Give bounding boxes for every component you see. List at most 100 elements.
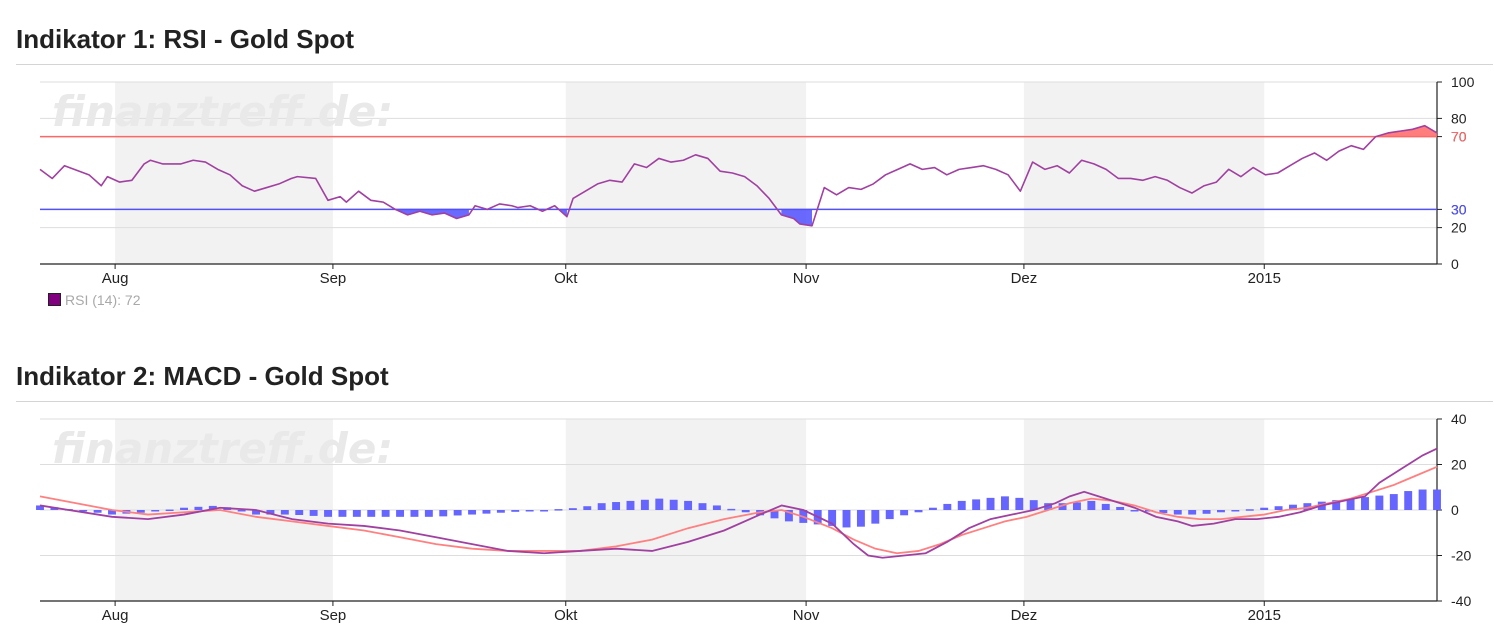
macd-histogram-bar (180, 508, 188, 510)
macd-histogram-bar (1116, 507, 1124, 510)
macd-histogram-bar (483, 510, 491, 514)
macd-histogram-bar (987, 498, 995, 510)
macd-histogram-bar (1375, 496, 1383, 510)
macd-histogram-bar (1246, 509, 1254, 511)
rsi-y-tick-label: 100 (1451, 74, 1475, 90)
rsi-shaded-band (1024, 82, 1264, 264)
rsi-y-tick-label: 80 (1451, 110, 1467, 126)
rsi-legend-swatch (48, 293, 61, 306)
macd-histogram-bar (1260, 508, 1268, 510)
macd-histogram-bar (727, 509, 735, 511)
macd-histogram-bar (583, 506, 591, 510)
macd-histogram-bar (151, 510, 159, 512)
macd-histogram-bar (1275, 506, 1283, 510)
macd-histogram-bar (1015, 498, 1023, 510)
rsi-reference-label-70: 70 (1451, 129, 1467, 145)
rsi-legend-label: RSI (14): 72 (65, 292, 140, 308)
macd-histogram-bar (641, 500, 649, 510)
macd-x-tick-label: Okt (554, 607, 578, 624)
macd-histogram-bar (972, 499, 980, 510)
macd-histogram-bar (382, 510, 390, 517)
macd-histogram-bar (627, 501, 635, 510)
macd-histogram-bar (454, 510, 462, 515)
rsi-title-divider (16, 64, 1493, 65)
macd-histogram-bar (1217, 510, 1225, 512)
rsi-shaded-band (566, 82, 806, 264)
rsi-x-tick-label: Aug (102, 270, 129, 287)
macd-histogram-bar (1102, 504, 1110, 510)
macd-histogram-bar (526, 510, 534, 512)
macd-y-tick-label: -40 (1451, 593, 1471, 609)
macd-histogram-bar (555, 509, 563, 511)
macd-histogram-bar (238, 510, 246, 512)
macd-histogram-bar (1419, 490, 1427, 510)
macd-histogram-bar (843, 510, 851, 527)
macd-histogram-bar (353, 510, 361, 517)
macd-histogram-bar (338, 510, 346, 517)
rsi-x-tick-label: Nov (793, 270, 820, 287)
macd-histogram-bar (468, 510, 476, 515)
rsi-x-tick-label: Sep (320, 270, 347, 287)
macd-watermark: finanztreff.de: (52, 424, 393, 473)
macd-histogram-bar (1390, 494, 1398, 510)
macd-histogram-bar (886, 510, 894, 519)
macd-histogram-bar (425, 510, 433, 517)
macd-x-tick-label: Aug (102, 607, 129, 624)
macd-histogram-bar (670, 500, 678, 510)
rsi-x-tick-label: Dez (1011, 270, 1038, 287)
macd-histogram-bar (655, 499, 663, 510)
macd-histogram-bar (281, 510, 289, 515)
macd-histogram-bar (511, 510, 519, 512)
macd-histogram-bar (915, 510, 923, 512)
rsi-y-tick-label: 0 (1451, 256, 1459, 272)
rsi-y-tick-label: 20 (1451, 220, 1467, 236)
macd-histogram-bar (410, 510, 418, 517)
macd-histogram-bar (742, 510, 750, 512)
macd-histogram-bar (497, 510, 505, 513)
rsi-watermark: finanztreff.de: (52, 87, 393, 136)
rsi-panel-title: Indikator 1: RSI - Gold Spot (16, 24, 354, 55)
macd-histogram-bar (1073, 502, 1081, 510)
macd-histogram-bar (166, 510, 174, 512)
macd-histogram-bar (612, 502, 620, 510)
macd-histogram-bar (540, 510, 548, 512)
macd-histogram-bar (367, 510, 375, 517)
macd-histogram-bar (900, 510, 908, 515)
macd-histogram-bar (943, 504, 951, 510)
macd-x-tick-label: Sep (320, 607, 347, 624)
rsi-x-tick-label: Okt (554, 270, 578, 287)
macd-histogram-bar (1188, 510, 1196, 515)
macd-histogram-bar (439, 510, 447, 516)
macd-y-tick-label: 40 (1451, 411, 1467, 427)
macd-y-tick-label: 0 (1451, 502, 1459, 518)
macd-histogram-bar (857, 510, 865, 527)
macd-histogram-bar (713, 505, 721, 510)
macd-chart: finanztreff.de:-40-2002040AugSepOktNovDe… (0, 407, 1494, 638)
macd-histogram-bar (958, 501, 966, 510)
macd-panel-title: Indikator 2: MACD - Gold Spot (16, 361, 389, 392)
macd-histogram-bar (1433, 490, 1441, 510)
macd-histogram-bar (194, 507, 202, 510)
macd-histogram-bar (1231, 510, 1239, 512)
rsi-reference-label-30: 30 (1451, 201, 1467, 217)
macd-title-divider (16, 401, 1493, 402)
macd-histogram-bar (569, 508, 577, 510)
macd-histogram-bar (598, 503, 606, 510)
macd-histogram-bar (929, 508, 937, 510)
macd-histogram-bar (310, 510, 318, 516)
macd-histogram-bar (324, 510, 332, 517)
macd-histogram-bar (1131, 510, 1139, 512)
macd-x-tick-label: Nov (793, 607, 820, 624)
rsi-x-tick-label: 2015 (1248, 270, 1281, 287)
macd-histogram-bar (1174, 510, 1182, 515)
macd-histogram-bar (295, 510, 303, 515)
rsi-legend: RSI (14): 72 (48, 292, 140, 308)
macd-histogram-bar (684, 501, 692, 510)
macd-histogram-bar (1361, 497, 1369, 510)
macd-histogram-bar (871, 510, 879, 524)
macd-x-tick-label: Dez (1011, 607, 1038, 624)
rsi-chart: finanztreff.de: 0 20 30 70 80 100 Aug Sep Okt Nov D… (0, 70, 1494, 300)
macd-histogram-bar (699, 503, 707, 510)
macd-histogram-bar (1001, 496, 1009, 510)
macd-histogram-bar (1404, 491, 1412, 510)
